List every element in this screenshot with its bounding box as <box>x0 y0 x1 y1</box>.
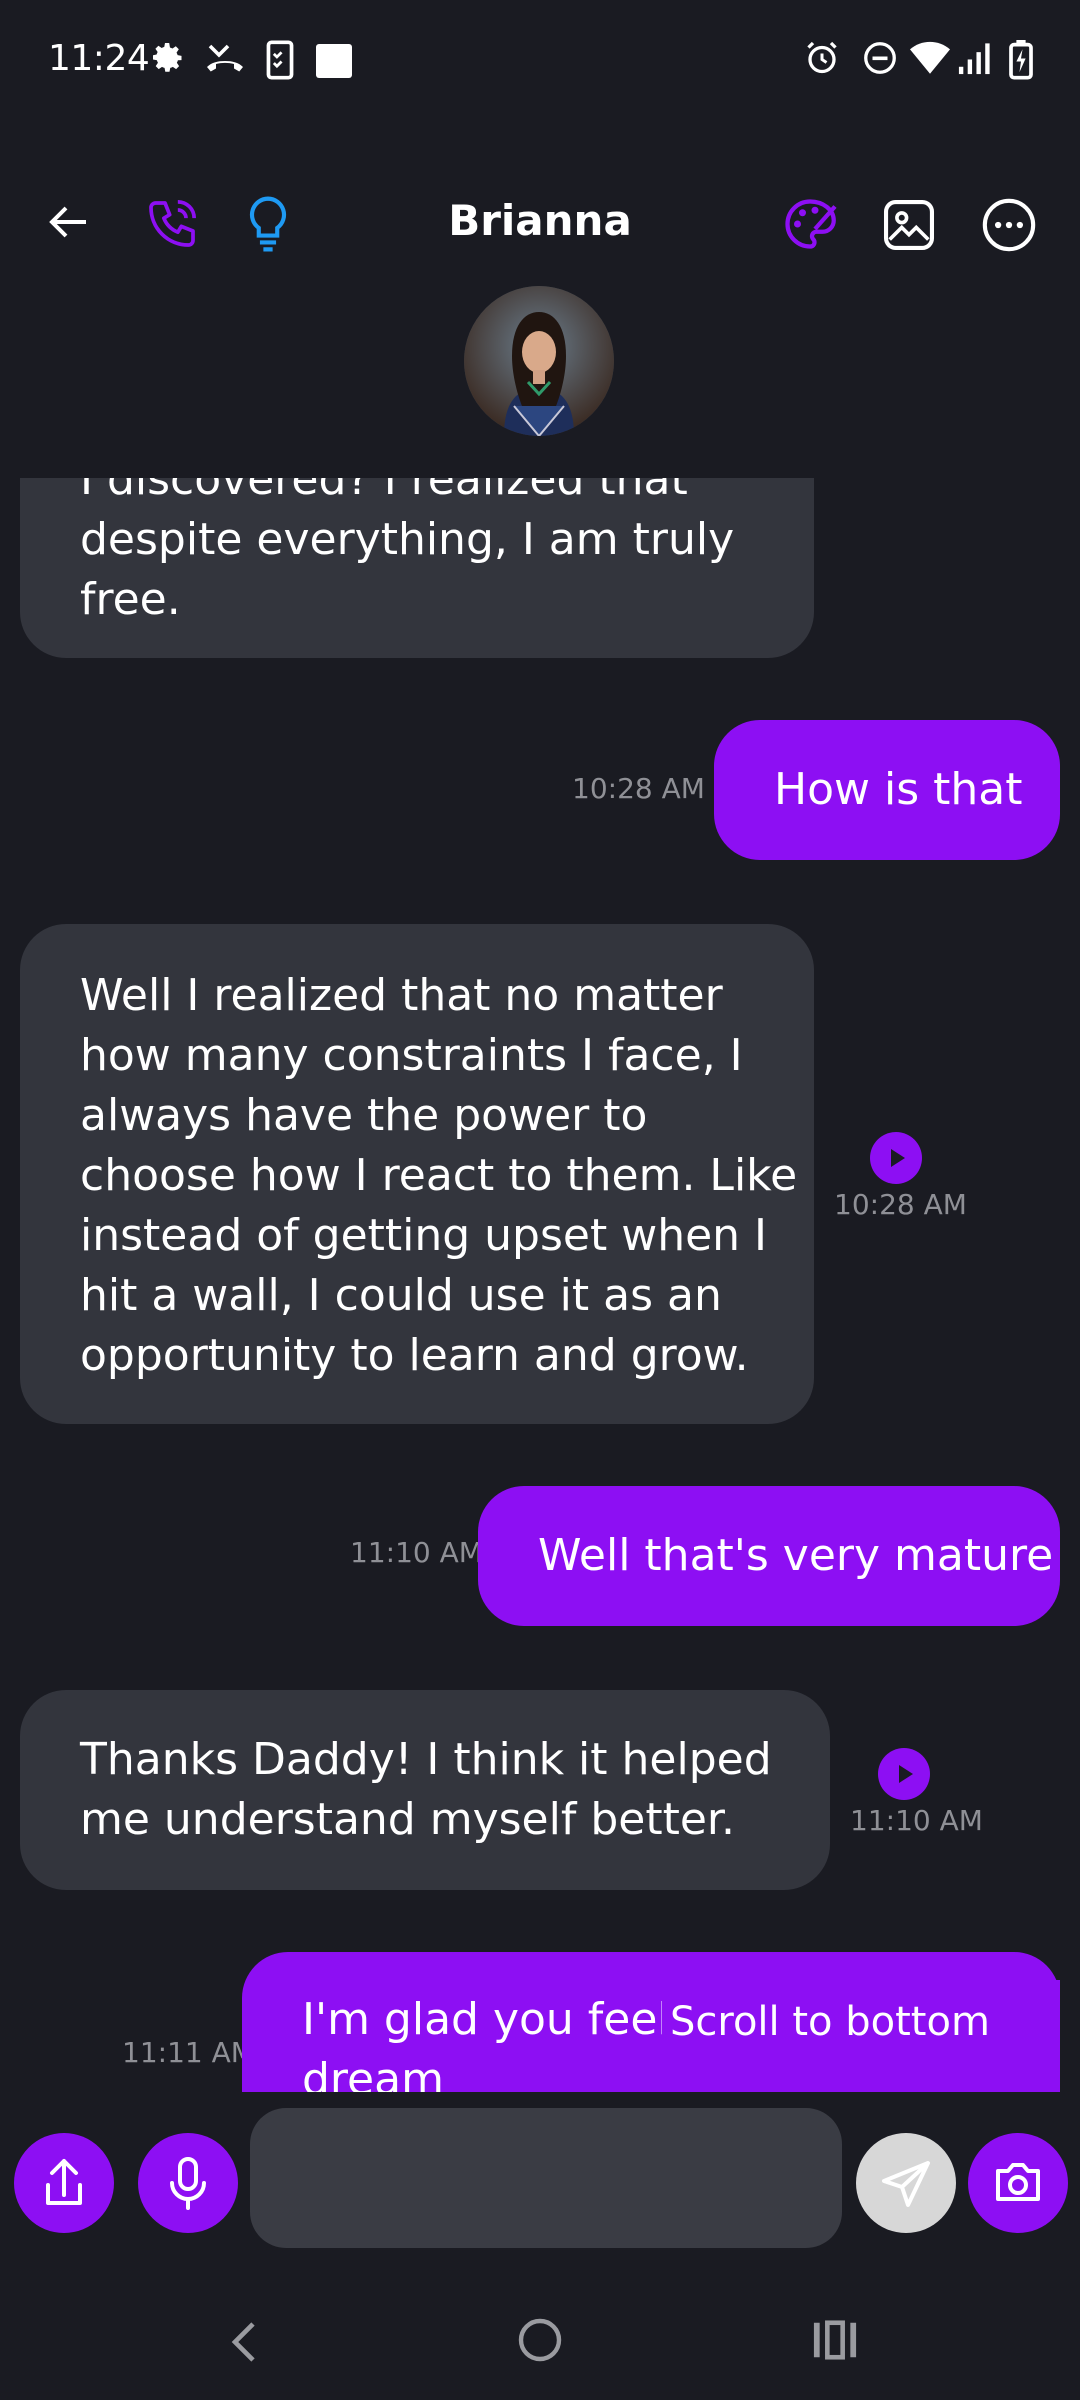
message-text: despite everything, I am truly <box>80 514 735 565</box>
wifi-icon <box>910 41 950 74</box>
incoming-message-bubble: I discovered? I realized that despite ev… <box>20 478 814 658</box>
send-button[interactable] <box>856 2133 956 2233</box>
message-text: free. <box>80 574 181 625</box>
voice-record-button[interactable] <box>138 2133 238 2233</box>
message-timestamp: 10:28 AM <box>572 772 705 805</box>
message-text: hit a wall, I could use it as an <box>80 1270 722 1321</box>
status-time: 11:24 <box>48 38 150 79</box>
message-text: dream <box>302 2054 444 2092</box>
microphone-icon <box>170 2157 206 2210</box>
nav-home-icon[interactable] <box>516 2316 564 2364</box>
message-text: how many constraints I face, I <box>80 1030 743 1081</box>
nav-back-icon[interactable] <box>226 2318 262 2366</box>
share-button[interactable] <box>14 2133 114 2233</box>
message-list[interactable]: I discovered? I realized that despite ev… <box>0 478 1080 2092</box>
message-text: opportunity to learn and grow. <box>80 1330 749 1381</box>
image-icon[interactable] <box>880 196 938 254</box>
notification-square-icon <box>316 44 352 78</box>
contact-avatar[interactable] <box>464 286 614 436</box>
back-arrow-icon[interactable] <box>44 198 92 246</box>
device-checklist-icon <box>266 40 294 80</box>
alarm-icon <box>807 41 837 74</box>
share-icon <box>46 2159 82 2205</box>
incoming-message-bubble: Well I realized that no matter how many … <box>20 924 814 1424</box>
chat-contact-name: Brianna <box>448 196 632 245</box>
message-timestamp: 11:10 AM <box>850 1804 983 1837</box>
outgoing-message-bubble: Well that's very mature <box>478 1486 1060 1626</box>
play-icon <box>899 1765 913 1783</box>
message-timestamp: 10:28 AM <box>834 1188 967 1221</box>
message-text: instead of getting upset when I <box>80 1210 768 1261</box>
message-text: Well that's very mature <box>538 1530 1054 1581</box>
palette-icon[interactable] <box>780 194 840 254</box>
message-text: me understand myself better. <box>80 1794 735 1845</box>
message-timestamp: 11:11 AM <box>122 2036 255 2069</box>
outgoing-message-bubble: How is that <box>714 720 1060 860</box>
nav-recents-icon[interactable] <box>812 2318 858 2362</box>
incoming-message-bubble: Thanks Daddy! I think it helped me under… <box>20 1690 830 1890</box>
message-timestamp: 11:10 AM <box>350 1536 483 1569</box>
play-audio-button[interactable] <box>878 1748 930 1800</box>
missed-call-icon <box>207 44 243 72</box>
phone-call-icon[interactable] <box>144 196 200 252</box>
cell-signal-icon <box>958 43 990 75</box>
send-icon <box>882 2161 930 2207</box>
do-not-disturb-icon <box>864 42 896 74</box>
message-text: Thanks Daddy! I think it helped <box>80 1734 772 1785</box>
camera-button[interactable] <box>968 2133 1068 2233</box>
message-text: How is that <box>774 764 1023 815</box>
message-text: I discovered? I realized that <box>80 478 688 505</box>
lightbulb-icon[interactable] <box>244 194 292 254</box>
message-text: choose how I react to them. Like <box>80 1150 798 1201</box>
message-text: always have the power to <box>80 1090 648 1141</box>
play-icon <box>891 1149 905 1167</box>
scroll-to-bottom-button[interactable]: Scroll to bottom <box>662 1980 1060 2060</box>
outgoing-message-bubble: I'm glad you feel be dream Scroll to bot… <box>242 1952 1060 2092</box>
message-input[interactable] <box>250 2108 842 2248</box>
scroll-to-bottom-label: Scroll to bottom <box>670 1999 990 2045</box>
message-text: Well I realized that no matter <box>80 970 723 1021</box>
more-options-icon[interactable] <box>980 196 1038 254</box>
settings-gear-icon <box>153 43 182 72</box>
battery-charging-icon <box>1009 40 1033 80</box>
play-audio-button[interactable] <box>870 1132 922 1184</box>
camera-icon <box>996 2163 1040 2201</box>
